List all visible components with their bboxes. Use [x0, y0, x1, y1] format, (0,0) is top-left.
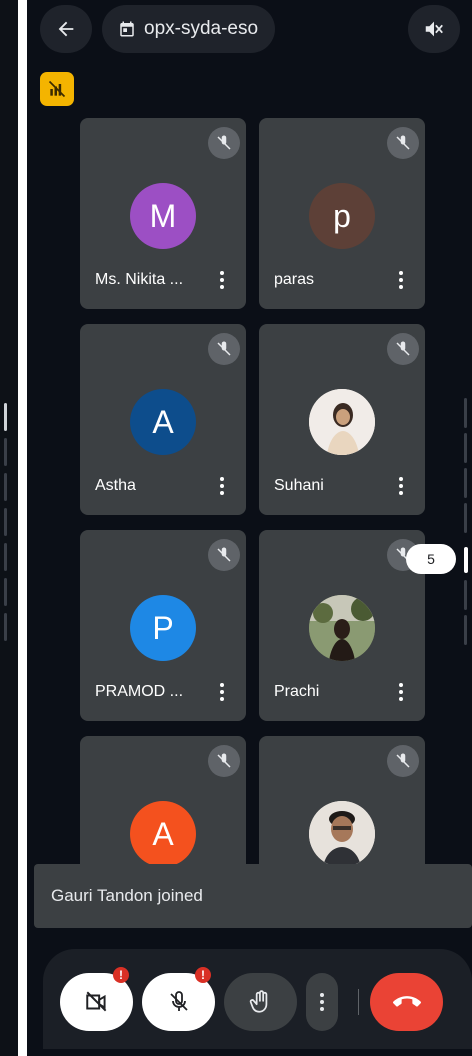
more-vert-icon[interactable]	[214, 474, 230, 498]
speaker-button[interactable]	[408, 5, 460, 53]
scroll-indicator	[464, 398, 467, 428]
more-vert-icon[interactable]	[393, 680, 409, 704]
join-notification: Gauri Tandon joined	[34, 864, 472, 928]
more-options-button[interactable]	[306, 973, 338, 1031]
network-off-icon	[48, 80, 66, 98]
mic-toggle-button[interactable]: !	[142, 967, 215, 1031]
participant-name: PRAMOD ...	[95, 683, 184, 700]
scroll-thumb[interactable]	[464, 547, 468, 573]
participant-name: Astha	[95, 477, 136, 494]
call-end-icon	[392, 996, 421, 1007]
more-vert-icon[interactable]	[393, 268, 409, 292]
scroll-indicator	[464, 468, 467, 498]
divider	[358, 989, 359, 1015]
avatar: P	[130, 595, 196, 661]
raise-hand-button[interactable]	[224, 973, 297, 1031]
participant-tile[interactable]: A Astha	[80, 324, 246, 515]
mic-off-icon	[387, 745, 419, 777]
mic-off-icon	[387, 333, 419, 365]
participant-tile[interactable]: p paras	[259, 118, 425, 309]
mic-off-icon	[208, 539, 240, 571]
avatar: p	[309, 183, 375, 249]
participant-tile[interactable]: M Ms. Nikita ...	[80, 118, 246, 309]
mic-off-icon	[208, 127, 240, 159]
participant-name: Ms. Nikita ...	[95, 271, 184, 288]
more-vert-icon	[320, 993, 324, 1011]
photo-avatar	[309, 801, 375, 867]
speaker-muted-icon	[425, 21, 443, 37]
calendar-icon	[120, 21, 134, 37]
scroll-indicator	[4, 403, 7, 431]
arrow-back-icon	[58, 21, 74, 37]
left-edge-strip	[0, 0, 18, 1056]
photo-avatar	[309, 389, 375, 455]
alert-badge: !	[195, 967, 211, 983]
hand-icon	[249, 990, 267, 1013]
scroll-indicator	[464, 615, 467, 645]
scroll-indicator	[4, 438, 7, 466]
scroll-indicator	[464, 503, 467, 533]
participant-name: Prachi	[274, 683, 320, 700]
participant-tile[interactable]: P PRAMOD ...	[80, 530, 246, 721]
participant-name: paras	[274, 271, 315, 288]
more-vert-icon[interactable]	[214, 268, 230, 292]
meeting-screen: opx-syda-eso M Ms. Nikita ... p paras A …	[27, 0, 472, 1056]
mic-off-icon	[208, 333, 240, 365]
more-vert-icon[interactable]	[214, 680, 230, 704]
end-call-button[interactable]	[370, 973, 443, 1031]
camera-off-icon	[85, 991, 106, 1012]
scroll-indicator	[464, 580, 467, 610]
mic-off-icon	[208, 745, 240, 777]
scroll-indicator	[4, 578, 7, 606]
participant-tile[interactable]: Suhani	[259, 324, 425, 515]
page-indicator-badge: 5	[406, 544, 456, 574]
no-signal-badge[interactable]	[40, 72, 74, 106]
participant-tile[interactable]: Prachi	[259, 530, 425, 721]
avatar: M	[130, 183, 196, 249]
avatar: A	[130, 389, 196, 455]
avatar: A	[130, 801, 196, 867]
mic-off-icon	[169, 991, 188, 1011]
alert-badge: !	[113, 967, 129, 983]
more-vert-icon[interactable]	[393, 474, 409, 498]
meeting-code: opx-syda-eso	[144, 18, 259, 39]
meeting-info-button[interactable]: opx-syda-eso	[102, 5, 275, 53]
participant-name: Suhani	[274, 477, 324, 494]
scroll-indicator	[464, 433, 467, 463]
camera-toggle-button[interactable]: !	[60, 967, 133, 1031]
call-controls: ! !	[43, 949, 472, 1049]
scroll-indicator	[4, 613, 7, 641]
back-button[interactable]	[40, 5, 92, 53]
photo-avatar	[309, 595, 375, 661]
scroll-indicator	[4, 543, 7, 571]
scroll-indicator	[4, 473, 7, 501]
mic-off-icon	[387, 127, 419, 159]
scroll-indicator	[4, 508, 7, 536]
